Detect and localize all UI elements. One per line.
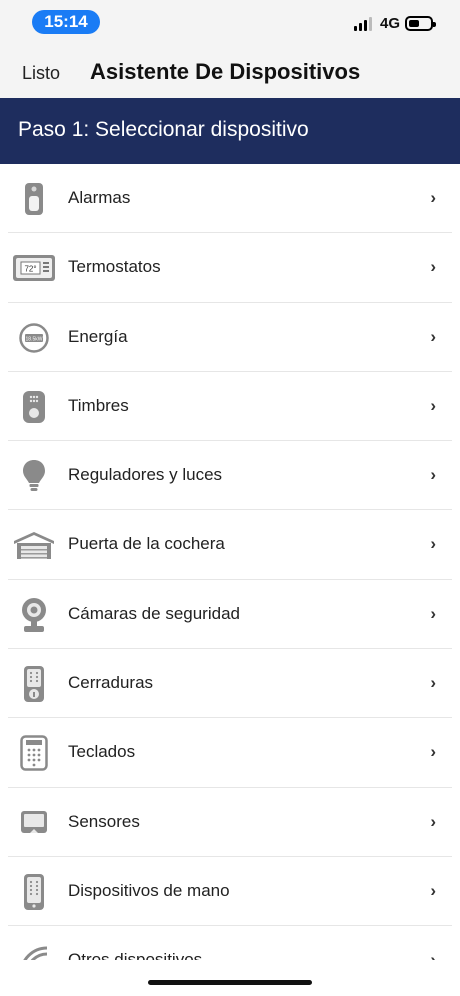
list-item-dispositivos-mano[interactable]: Dispositivos de mano ›	[0, 857, 460, 927]
list-item-teclados[interactable]: Teclados ›	[0, 718, 460, 788]
list-item-label: Teclados	[68, 742, 136, 762]
light-bulb-icon	[12, 455, 56, 497]
alarm-panel-icon	[12, 178, 56, 220]
sensor-icon	[12, 802, 56, 844]
chevron-right-icon: ›	[430, 811, 436, 831]
list-item-sensores[interactable]: Sensores ›	[0, 788, 460, 857]
keypad-icon	[12, 732, 56, 774]
list-item-label: Otros dispositivos	[68, 950, 203, 960]
list-item-label: Cerraduras	[68, 673, 154, 693]
list-item-otros-dispositivos[interactable]: Otros dispositivos ›	[0, 926, 460, 960]
thermostat-icon: 72°	[12, 247, 56, 289]
step-header: Paso 1: Seleccionar dispositivo	[0, 98, 460, 164]
list-item-label: Energía	[68, 326, 128, 346]
chevron-right-icon: ›	[430, 188, 436, 207]
doorbell-icon	[12, 386, 56, 428]
list-item-label: Cámaras de seguridad	[68, 603, 240, 623]
garage-icon	[12, 524, 56, 566]
step-title: Paso 1: Seleccionar dispositivo	[18, 118, 309, 141]
chevron-right-icon: ›	[430, 880, 436, 900]
thermostat-readout: 72°	[24, 265, 36, 274]
chevron-right-icon: ›	[430, 534, 436, 554]
lock-icon	[12, 663, 56, 705]
list-item-label: Sensores	[68, 811, 140, 831]
list-item-alarmas[interactable]: Alarmas ›	[0, 164, 460, 234]
energy-meter-icon: 18.5kW	[12, 317, 56, 359]
device-list: Alarmas › 72° Termostatos › 18.5kW Energ…	[0, 164, 460, 960]
chevron-right-icon: ›	[430, 395, 436, 415]
home-indicator[interactable]	[148, 980, 312, 985]
list-item-label: Termostatos	[68, 257, 161, 277]
list-item-label: Alarmas	[68, 188, 131, 207]
list-item-termostatos[interactable]: 72° Termostatos ›	[0, 233, 460, 303]
chevron-right-icon: ›	[430, 742, 436, 762]
page-title: Asistente De Dispositivos	[90, 59, 361, 84]
list-item-label: Dispositivos de mano	[68, 880, 230, 900]
nav-bar: Listo Asistente De Dispositivos	[0, 48, 460, 98]
list-item-cerraduras[interactable]: Cerraduras ›	[0, 649, 460, 719]
list-item-label: Timbres	[68, 395, 129, 415]
chevron-right-icon: ›	[430, 257, 436, 277]
list-item-timbres[interactable]: Timbres ›	[0, 372, 460, 442]
chevron-right-icon: ›	[430, 950, 436, 960]
list-item-label: Reguladores y luces	[68, 465, 223, 485]
list-item-puerta-cochera[interactable]: Puerta de la cochera ›	[0, 510, 460, 580]
energy-readout: 18.5kW	[26, 336, 43, 342]
network-label: 4G	[380, 15, 401, 32]
chevron-right-icon: ›	[430, 673, 436, 693]
list-item-energia[interactable]: 18.5kW Energía ›	[0, 303, 460, 372]
camera-icon	[12, 594, 56, 636]
other-devices-icon	[12, 940, 56, 960]
chevron-right-icon: ›	[430, 603, 436, 623]
status-bar: 15:14 4G	[0, 0, 460, 48]
battery-icon	[405, 16, 436, 31]
status-time: 15:14	[32, 10, 100, 34]
chevron-right-icon: ›	[430, 326, 436, 346]
signal-icon	[354, 17, 374, 31]
done-button[interactable]: Listo	[22, 63, 60, 84]
list-item-label: Puerta de la cochera	[68, 534, 225, 554]
list-item-camaras-seguridad[interactable]: Cámaras de seguridad ›	[0, 580, 460, 650]
list-item-reguladores-luces[interactable]: Reguladores y luces ›	[0, 441, 460, 511]
chevron-right-icon: ›	[430, 465, 436, 485]
handheld-remote-icon	[12, 871, 56, 913]
